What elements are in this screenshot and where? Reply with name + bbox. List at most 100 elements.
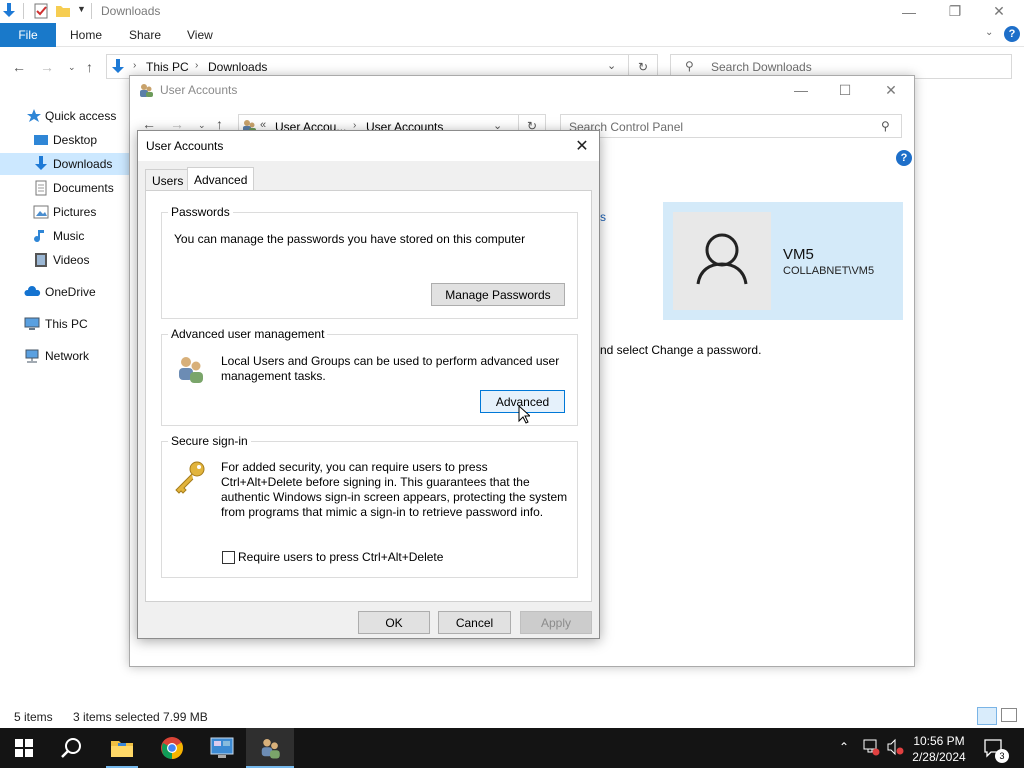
file-explorer-taskbar-icon[interactable] (98, 728, 146, 768)
user-accounts-taskbar-icon[interactable] (246, 728, 294, 768)
back-icon[interactable]: ← (12, 59, 26, 75)
advanced-tab-panel: Passwords You can manage the passwords y… (145, 190, 592, 602)
large-icons-view-icon[interactable] (1001, 708, 1017, 722)
nav-label: Desktop (53, 133, 98, 147)
tab-users[interactable]: Users (145, 169, 191, 191)
apply-button[interactable]: Apply (520, 611, 592, 634)
show-hidden-icons-icon[interactable]: ⌃ (839, 740, 849, 754)
recent-locations-icon[interactable]: ⌄ (68, 62, 76, 73)
group-label: Passwords (168, 205, 233, 219)
downloads-icon (33, 156, 49, 172)
close-icon[interactable]: ✕ (976, 0, 1022, 23)
music-icon (33, 228, 49, 244)
explorer-titlebar: ▼ Downloads — ❐ ✕ (0, 0, 1024, 23)
user-accounts-icon (138, 82, 154, 98)
manage-passwords-button[interactable]: Manage Passwords (431, 283, 565, 306)
help-icon[interactable]: ? (1004, 26, 1020, 42)
chrome-taskbar-icon[interactable] (148, 728, 196, 768)
separator (91, 3, 92, 19)
item-count: 5 items (14, 710, 53, 724)
ok-button[interactable]: OK (358, 611, 430, 634)
customize-qa-dropdown-icon[interactable]: ▼ (77, 4, 86, 14)
checkbox-label: Require users to press Ctrl+Alt+Delete (238, 550, 444, 564)
minimize-icon[interactable]: — (886, 0, 932, 23)
control-panel-taskbar-icon[interactable] (198, 728, 246, 768)
windows-logo-icon (15, 739, 33, 757)
maximize-icon[interactable]: ☐ (822, 76, 868, 104)
ribbon-tabs: File Home Share View ⌄ ? (0, 23, 1024, 47)
chevron-right-icon: › (133, 60, 137, 71)
passwords-group: Passwords You can manage the passwords y… (161, 205, 578, 319)
status-bar: 5 items 3 items selected 7.99 MB (0, 705, 1024, 728)
tab-advanced[interactable]: Advanced (187, 167, 255, 191)
dialog-title: User Accounts (146, 139, 224, 153)
breadcrumb-this-pc[interactable]: This PC (146, 60, 189, 74)
up-icon[interactable]: ↑ (86, 59, 93, 75)
refresh-icon: ↻ (637, 59, 649, 74)
user-name: VM5 (783, 246, 814, 263)
close-icon[interactable]: ✕ (868, 76, 914, 104)
taskbar: ⌃ 10:56 PM 2/28/2024 3 (0, 728, 1024, 768)
network-status-icon[interactable] (862, 738, 880, 756)
dialog-titlebar: User Accounts ✕ (138, 131, 599, 161)
downloads-icon (111, 59, 125, 75)
nav-label: Quick access (45, 109, 117, 123)
nav-label: Downloads (53, 157, 113, 171)
help-icon[interactable]: ? (896, 150, 912, 166)
tab-share[interactable]: Share (129, 28, 161, 42)
search-icon: ⚲ (685, 59, 694, 73)
nav-label: OneDrive (45, 285, 96, 299)
notification-count-badge: 3 (995, 749, 1009, 763)
details-view-icon[interactable] (977, 707, 997, 725)
chevron-right-icon: › (195, 60, 199, 71)
nav-label: Music (53, 229, 85, 243)
breadcrumb-downloads[interactable]: Downloads (208, 60, 267, 74)
clock-date: 2/28/2024 (912, 750, 966, 764)
secure-signin-group: Secure sign-in For added security, you c… (161, 434, 578, 578)
user-domain: COLLABNET\VM5 (783, 265, 875, 277)
network-icon (24, 348, 40, 364)
tab-home[interactable]: Home (70, 28, 102, 42)
cancel-button[interactable]: Cancel (438, 611, 511, 634)
downloads-folder-icon (2, 3, 18, 19)
search-button[interactable] (48, 728, 96, 768)
clock-time: 10:56 PM (913, 734, 965, 748)
passwords-description: You can manage the passwords you have st… (174, 232, 526, 246)
volume-muted-icon[interactable] (886, 738, 904, 756)
pictures-icon (33, 204, 49, 220)
partial-instruction-text: nd select Change a password. (600, 343, 762, 357)
minimize-icon[interactable]: — (778, 76, 824, 104)
selection-info: 3 items selected 7.99 MB (73, 710, 208, 724)
search-icon (61, 738, 81, 758)
search-icon: ⚲ (881, 119, 890, 133)
nav-label: Network (45, 349, 90, 363)
group-label: Advanced user management (168, 327, 328, 341)
search-input[interactable]: Search Control Panel ⚲ (560, 114, 902, 138)
forward-icon[interactable]: → (40, 59, 54, 75)
separator (23, 3, 24, 19)
tab-view[interactable]: View (187, 28, 213, 42)
group-label: Secure sign-in (168, 434, 251, 448)
start-button[interactable] (0, 728, 48, 768)
address-dropdown-icon[interactable]: ⌄ (607, 59, 616, 72)
nav-label: Pictures (53, 205, 97, 219)
users-group-icon (174, 353, 206, 385)
close-icon[interactable]: ✕ (570, 135, 594, 157)
onedrive-icon (24, 284, 41, 300)
maximize-icon[interactable]: ❐ (932, 0, 978, 23)
partial-link[interactable]: s (600, 210, 606, 224)
user-accounts-dialog: User Accounts ✕ Users Advanced Passwords… (137, 130, 600, 639)
star-icon (26, 108, 42, 124)
properties-icon[interactable] (33, 3, 49, 19)
new-folder-icon[interactable] (55, 3, 71, 19)
desktop-icon (33, 132, 49, 148)
mouse-cursor-icon (518, 405, 530, 424)
tab-file[interactable]: File (0, 23, 56, 47)
user-tile[interactable]: VM5 COLLABNET\VM5 (663, 202, 903, 320)
advanced-user-management-group: Advanced user management Local Users and… (161, 327, 578, 426)
expand-ribbon-icon[interactable]: ⌄ (985, 27, 993, 38)
nav-label: Videos (53, 253, 90, 267)
system-clock[interactable]: 10:56 PM 2/28/2024 (906, 733, 972, 765)
videos-icon (33, 252, 49, 268)
require-ctrl-alt-del-checkbox[interactable] (222, 551, 235, 564)
